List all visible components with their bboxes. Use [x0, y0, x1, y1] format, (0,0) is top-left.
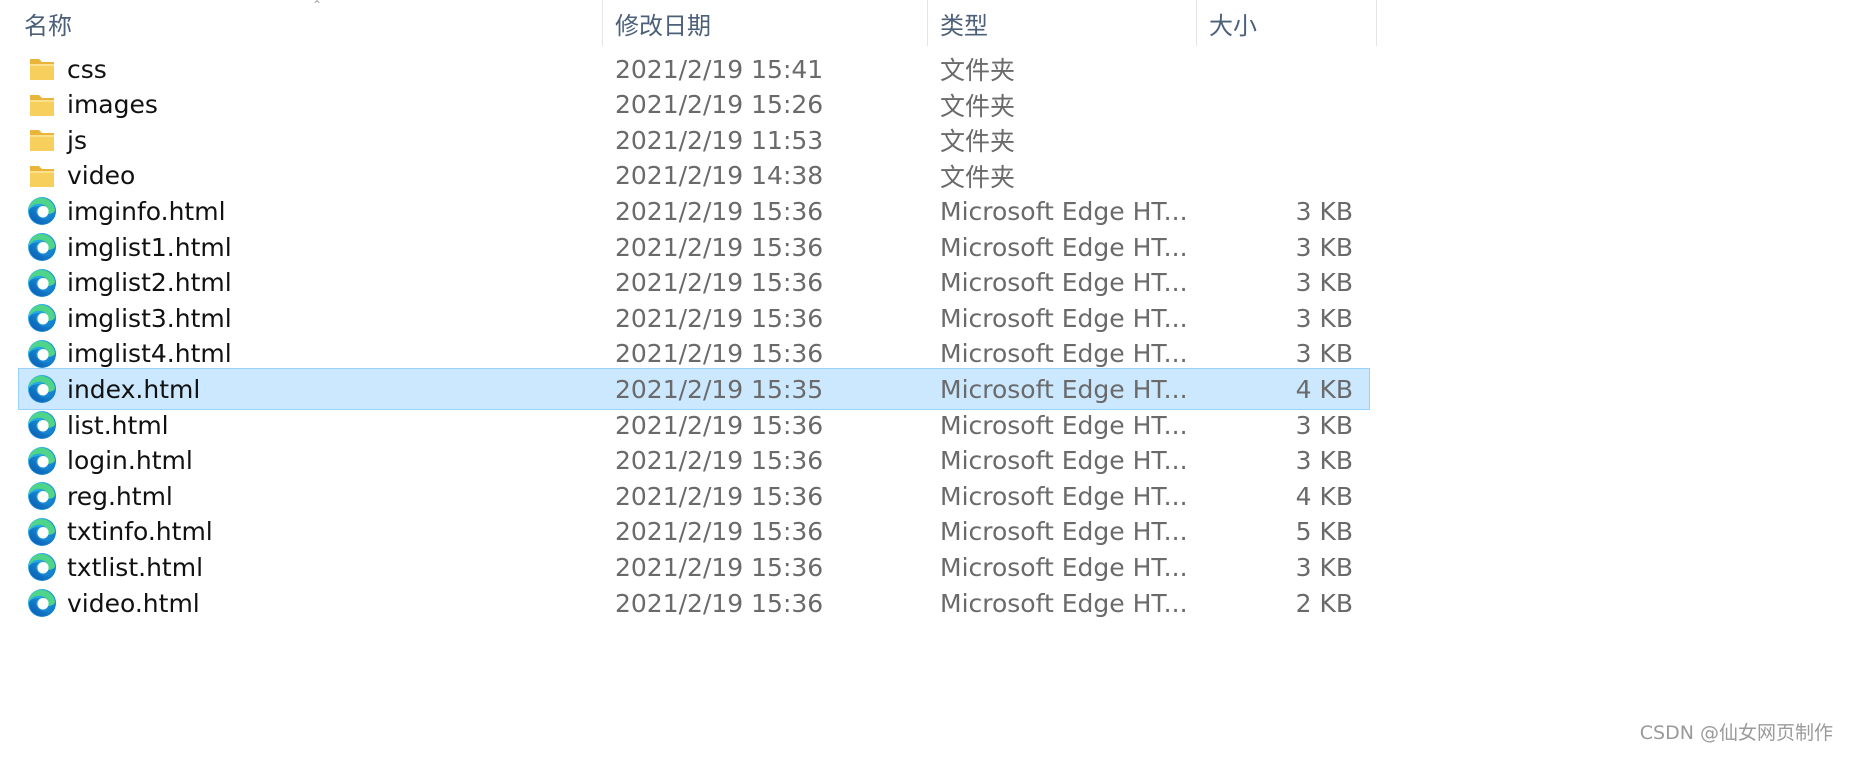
- edge-icon: [26, 480, 58, 512]
- edge-icon: [26, 516, 58, 548]
- column-header-date[interactable]: 修改日期: [603, 0, 928, 46]
- folder-icon: [26, 124, 58, 156]
- folder-icon: [26, 53, 58, 85]
- file-modified-date: 2021/2/19 15:36: [615, 588, 824, 618]
- edge-icon: [26, 338, 58, 370]
- edge-icon: [26, 587, 58, 619]
- edge-icon: [26, 551, 58, 583]
- column-header-size[interactable]: 大小: [1197, 0, 1377, 46]
- edge-icon: [26, 373, 58, 405]
- folder-icon: [26, 160, 58, 192]
- edge-icon: [26, 231, 58, 263]
- column-header-date-label: 修改日期: [615, 11, 711, 40]
- column-header-name[interactable]: 名称 ⌃: [12, 0, 603, 46]
- watermark: CSDN @仙女网页制作: [1639, 722, 1833, 744]
- folder-icon: [26, 89, 58, 121]
- column-header-type-label: 类型: [940, 11, 988, 40]
- column-header: 名称 ⌃ 修改日期 类型 大小: [0, 0, 1380, 46]
- edge-icon: [26, 302, 58, 334]
- edge-icon: [26, 409, 58, 441]
- edge-icon: [26, 195, 58, 227]
- file-explorer: 名称 ⌃ 修改日期 类型 大小 css 2021/2/19 15:41 文件夹 im…: [0, 0, 1851, 761]
- file-type: Microsoft Edge HT...: [940, 588, 1188, 618]
- edge-icon: [26, 445, 58, 477]
- edge-icon: [26, 267, 58, 299]
- column-header-size-label: 大小: [1209, 11, 1257, 40]
- column-header-type[interactable]: 类型: [928, 0, 1197, 46]
- file-row[interactable]: video.html 2021/2/19 15:36 Microsoft Edge …: [18, 582, 1370, 624]
- column-header-name-label: 名称: [24, 11, 72, 40]
- sort-up-icon: ⌃: [312, 0, 323, 12]
- file-size: 2 KB: [1295, 588, 1353, 618]
- file-name: video.html: [67, 588, 200, 618]
